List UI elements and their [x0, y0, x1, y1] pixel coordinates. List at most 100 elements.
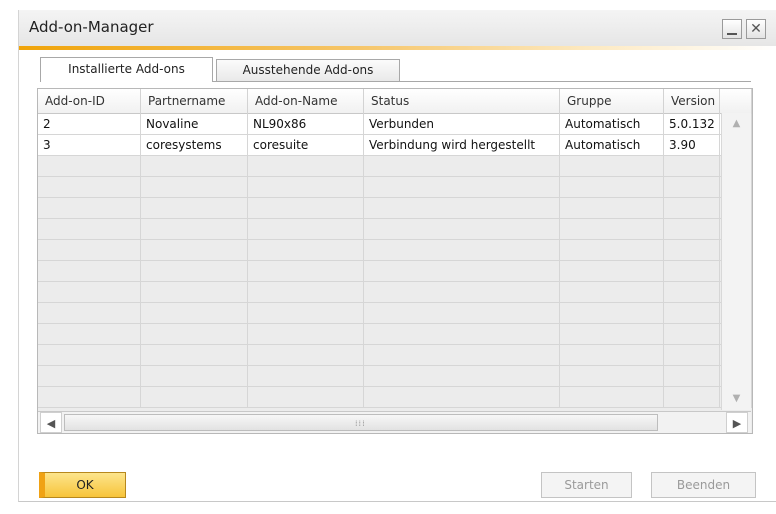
scroll-left-button[interactable]: ◀ [40, 412, 62, 433]
scroll-up-button[interactable]: ▲ [722, 115, 751, 133]
table-cell [664, 261, 720, 281]
table-cell [560, 261, 664, 281]
column-header-add-on-name[interactable]: Add-on-Name [248, 89, 364, 114]
table-row[interactable]: 3 coresystems coresuite Verbindung wird her… [38, 135, 752, 156]
close-icon: ✕ [750, 21, 762, 37]
table-cell [38, 240, 141, 260]
table-cell [141, 282, 248, 302]
table-cell [141, 198, 248, 218]
table-cell [364, 282, 560, 302]
minimize-button[interactable] [722, 19, 742, 39]
table-cell [560, 198, 664, 218]
table-cell [38, 156, 141, 176]
table-cell [141, 240, 248, 260]
table-cell [560, 240, 664, 260]
add-ons-table: Add-on-ID Partnername Add-on-Name Status… [37, 88, 753, 434]
table-cell [364, 387, 560, 407]
table-cell [141, 156, 248, 176]
table-cell: Verbindung wird hergestellt [364, 135, 560, 155]
table-cell [248, 282, 364, 302]
empty-table-row [38, 219, 752, 240]
column-header-add-on-id[interactable]: Add-on-ID [38, 89, 141, 114]
table-cell [248, 219, 364, 239]
table-cell [141, 345, 248, 365]
table-header-row: Add-on-ID Partnername Add-on-Name Status… [38, 89, 752, 114]
table-cell [664, 366, 720, 386]
empty-table-row [38, 198, 752, 219]
table-cell [141, 387, 248, 407]
table-cell [560, 282, 664, 302]
table-cell [248, 156, 364, 176]
table-cell [560, 366, 664, 386]
stop-button[interactable]: Beenden [651, 472, 756, 498]
table-cell [664, 198, 720, 218]
table-cell [248, 177, 364, 197]
table-cell [664, 219, 720, 239]
column-header-status[interactable]: Status [364, 89, 560, 114]
empty-table-row [38, 387, 752, 408]
column-header-partnername[interactable]: Partnername [141, 89, 248, 114]
chevron-left-icon: ◀ [46, 417, 56, 430]
table-row[interactable]: 2 Novaline NL90x86 Verbunden Automatisch 5.0.… [38, 114, 752, 135]
table-cell [664, 324, 720, 344]
table-cell [664, 345, 720, 365]
table-cell: Verbunden [364, 114, 560, 134]
title-accent-bar [19, 46, 776, 50]
table-cell [141, 177, 248, 197]
table-cell [141, 366, 248, 386]
table-cell [38, 366, 141, 386]
tab-label: Installierte Add-ons [68, 62, 185, 76]
scroll-right-button[interactable]: ▶ [726, 412, 748, 433]
table-cell [364, 366, 560, 386]
table-cell: NL90x86 [248, 114, 364, 134]
empty-table-row [38, 240, 752, 261]
table-cell [141, 324, 248, 344]
chevron-up-icon: ▲ [732, 118, 741, 129]
chevron-down-icon: ▼ [732, 393, 741, 404]
column-header-gruppe[interactable]: Gruppe [560, 89, 664, 114]
table-cell [248, 261, 364, 281]
table-cell [664, 177, 720, 197]
start-button[interactable]: Starten [541, 472, 632, 498]
table-cell [248, 198, 364, 218]
table-cell [248, 240, 364, 260]
empty-table-row [38, 324, 752, 345]
empty-table-row [38, 303, 752, 324]
table-cell: coresuite [248, 135, 364, 155]
column-header-extra [720, 89, 752, 114]
close-button[interactable]: ✕ [746, 19, 766, 39]
grip-icon: ⁞⁞⁞ [355, 419, 366, 428]
ok-button[interactable]: OK [39, 472, 126, 498]
tab-installed-add-ons[interactable]: Installierte Add-ons [40, 57, 213, 82]
table-cell [664, 303, 720, 323]
table-cell [364, 219, 560, 239]
title-bar: Add-on-Manager ✕ [19, 10, 776, 46]
table-cell: Automatisch [560, 114, 664, 134]
scroll-down-button[interactable]: ▼ [722, 390, 751, 408]
column-header-version[interactable]: Version [664, 89, 720, 114]
empty-table-row [38, 366, 752, 387]
scroll-thumb[interactable]: ⁞⁞⁞ [64, 414, 658, 431]
vertical-scrollbar[interactable]: ▲ ▼ [721, 113, 751, 410]
table-cell: 3.90 [664, 135, 720, 155]
table-cell [364, 261, 560, 281]
table-cell [38, 198, 141, 218]
tab-pending-add-ons[interactable]: Ausstehende Add-ons [216, 59, 400, 81]
table-cell [248, 303, 364, 323]
table-cell [560, 303, 664, 323]
table-cell [38, 261, 141, 281]
table-cell: 5.0.132 [664, 114, 720, 134]
table-cell [664, 156, 720, 176]
table-cell: Automatisch [560, 135, 664, 155]
table-body: Add-on-ID Partnername Add-on-Name Status… [38, 89, 752, 411]
table-cell: Novaline [141, 114, 248, 134]
table-cell [38, 387, 141, 407]
table-cell [664, 387, 720, 407]
table-cell [560, 324, 664, 344]
table-cell [141, 219, 248, 239]
table-cell [364, 303, 560, 323]
table-cell [38, 282, 141, 302]
table-cell [560, 177, 664, 197]
table-cell: 2 [38, 114, 141, 134]
horizontal-scrollbar[interactable]: ◀ ⁞⁞⁞ ▶ [38, 411, 751, 433]
